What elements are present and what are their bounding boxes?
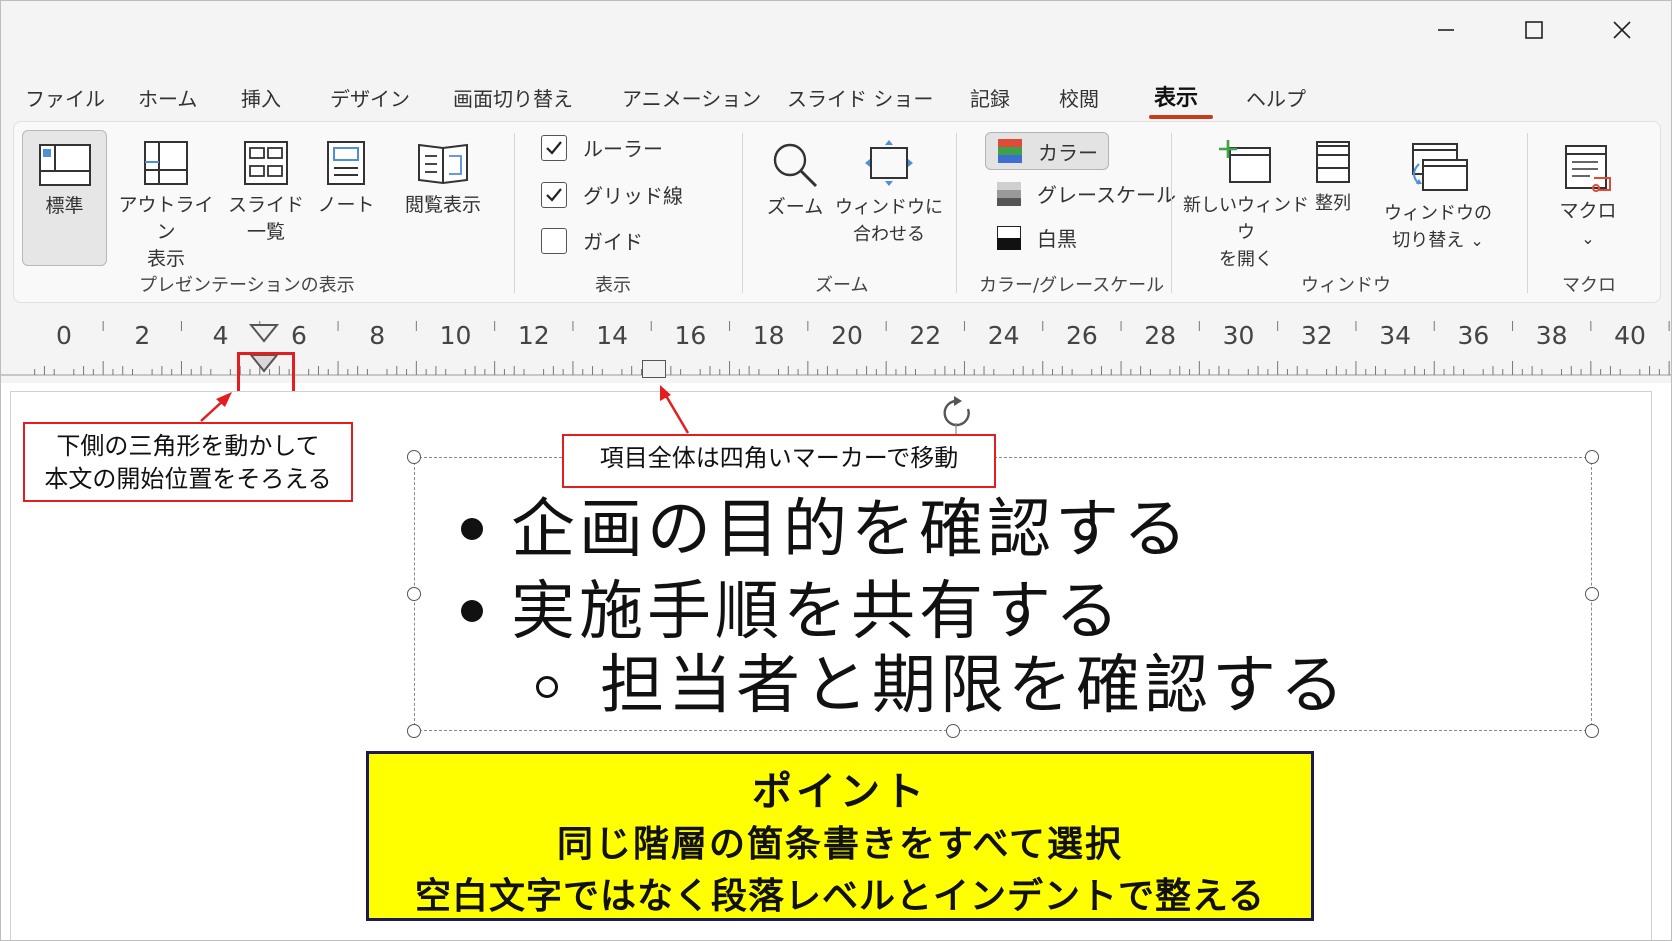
point-title: ポイント [752,769,928,815]
resize-handle[interactable] [407,724,421,738]
resize-handle[interactable] [1585,724,1599,738]
sub-bullet-item[interactable]: 担当者と期限を確認する [600,634,1348,726]
bullet-text-box[interactable]: 企画の目的を確認する 実施手順を共有する 担当者と期限を確認する [407,450,1599,738]
point-box: ポイント 同じ階層の箇条書きをすべて選択 空白文字ではなく段落レベルとインデント… [366,751,1314,921]
bullet-dot-icon [461,600,483,622]
callout-left-line2: 本文の開始位置をそろえる [44,465,332,493]
callout-marker-instruction: 項目全体は四角いマーカーで移動 [562,434,996,488]
resize-handle[interactable] [407,587,421,601]
resize-handle[interactable] [407,450,421,464]
callout-indent-instruction: 下側の三角形を動かして 本文の開始位置をそろえる [23,422,353,502]
point-line-2: 空白文字ではなく段落レベルとインデントで整える [415,876,1265,917]
bullet-dot-icon [461,518,483,540]
resize-handle[interactable] [1585,587,1599,601]
resize-handle[interactable] [946,724,960,738]
resize-handle[interactable] [1585,450,1599,464]
bullet-ring-icon [536,676,558,698]
powerpoint-window: ファイル ホーム 挿入 デザイン 画面切り替え アニメーション スライド ショー… [0,0,1672,941]
point-line-1: 同じ階層の箇条書きをすべて選択 [556,824,1124,865]
bullet-item[interactable]: 企画の目的を確認する [511,478,1191,570]
callout-left-line1: 下側の三角形を動かして [56,432,320,460]
